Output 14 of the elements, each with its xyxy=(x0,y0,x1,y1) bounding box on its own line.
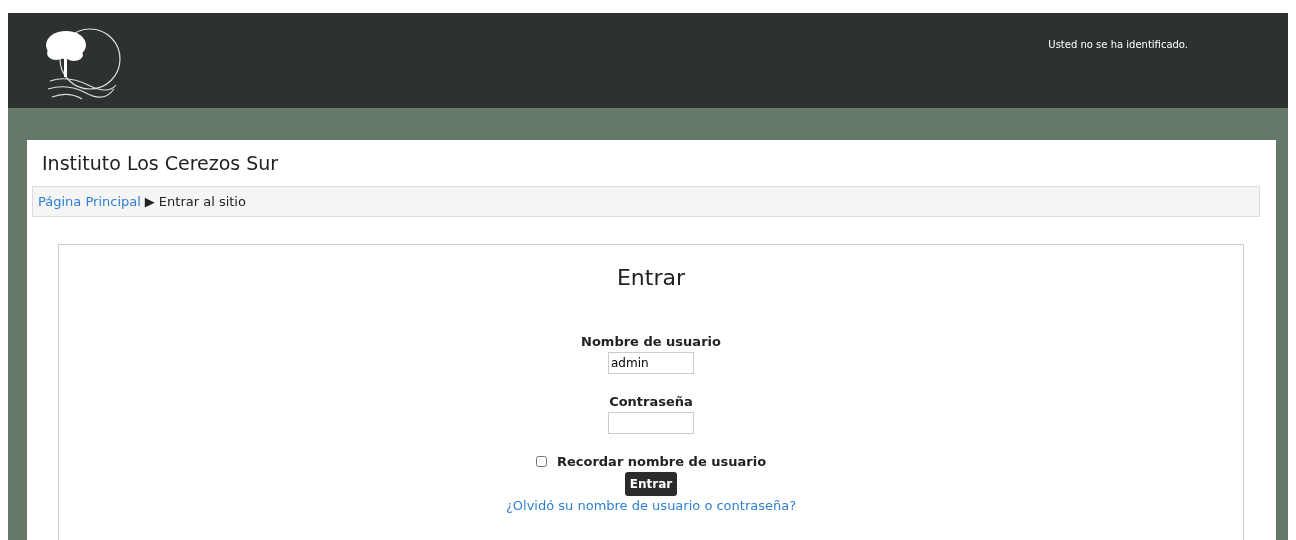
login-status: Usted no se ha identificado. xyxy=(1048,39,1188,50)
breadcrumb-current: Entrar al sitio xyxy=(158,194,246,209)
site-title: Instituto Los Cerezos Sur xyxy=(42,152,280,174)
forgot-password-link[interactable]: ¿Olvidó su nombre de usuario o contraseña? xyxy=(505,498,797,513)
login-title: Entrar xyxy=(616,265,685,290)
remember-checkbox[interactable] xyxy=(535,456,547,467)
breadcrumb-separator: ▶ xyxy=(144,194,155,209)
input-field[interactable] xyxy=(608,412,694,434)
login-button[interactable]: Entrar xyxy=(624,472,678,496)
field-label: Nombre de usuario xyxy=(581,334,721,349)
breadcrumb-link[interactable]: Página Principal xyxy=(38,194,141,209)
field-label: Contraseña xyxy=(609,394,693,409)
checkbox-label: Recordar nombre de usuario xyxy=(556,454,767,469)
input-field[interactable]: admin xyxy=(608,352,694,374)
